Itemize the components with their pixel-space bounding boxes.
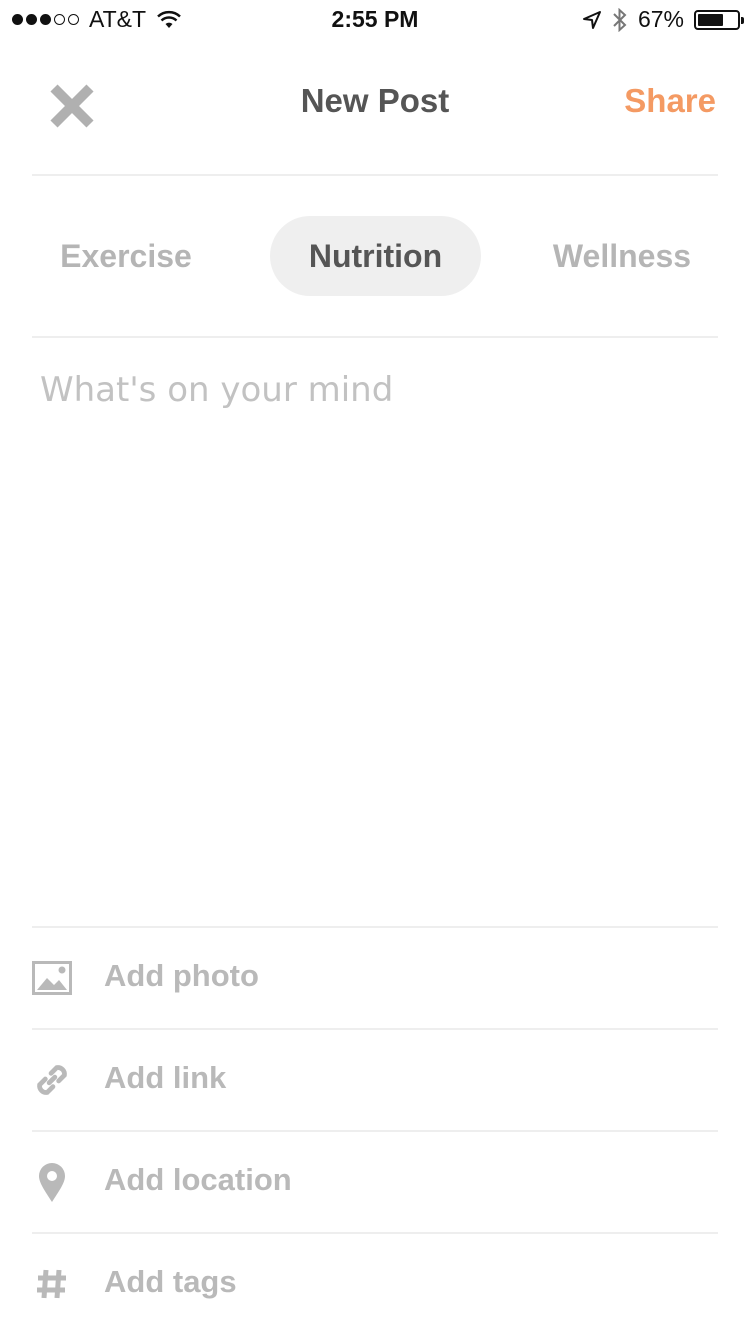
add-location-button[interactable]: Add location [32,1132,718,1232]
tab-nutrition[interactable]: Nutrition [270,216,481,296]
add-tags-button[interactable]: Add tags [32,1234,718,1334]
tab-exercise[interactable]: Exercise [40,216,212,296]
tab-wellness[interactable]: Wellness [532,216,712,296]
add-location-label: Add location [104,1162,292,1197]
battery-percent: 67% [637,6,684,32]
add-link-button[interactable]: Add link [32,1030,718,1130]
status-bar: AT&T 2:55 PM 67% [0,0,750,40]
post-text-input[interactable] [40,370,710,910]
bluetooth-icon [613,7,627,32]
hashtag-icon [32,1262,72,1306]
add-tags-label: Add tags [104,1264,237,1299]
add-photo-button[interactable]: Add photo [32,928,718,1028]
location-pin-icon [32,1160,72,1204]
link-icon [32,1058,72,1102]
category-tabs: Exercise Nutrition Wellness [0,216,750,296]
battery-fill [698,13,724,26]
location-arrow-icon [582,10,601,29]
nav-bar: New Post Share [0,40,750,175]
add-link-label: Add link [104,1060,227,1095]
status-right: 67% [582,6,744,33]
battery-icon [694,9,744,30]
add-photo-label: Add photo [104,958,259,993]
photo-icon [32,956,72,1000]
divider [32,336,718,338]
share-button[interactable]: Share [624,82,716,120]
divider [32,174,718,176]
